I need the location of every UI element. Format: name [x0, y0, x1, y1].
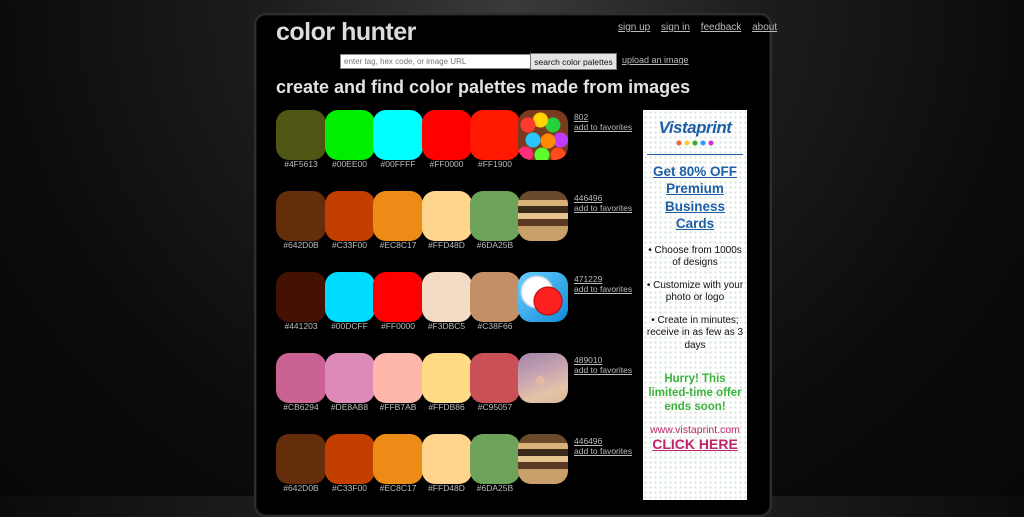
- hex-label: #FFB7AB: [379, 402, 417, 412]
- sign-up-link[interactable]: sign up: [618, 22, 650, 33]
- color-swatch[interactable]: [276, 272, 326, 322]
- color-swatch[interactable]: [373, 110, 423, 160]
- about-link[interactable]: about: [752, 22, 777, 33]
- color-swatch[interactable]: [421, 191, 472, 241]
- ad-logo-dots-icon: [675, 140, 715, 146]
- color-swatch[interactable]: [324, 272, 375, 322]
- color-swatch[interactable]: [373, 434, 423, 484]
- hex-label: #FF1900: [477, 159, 513, 169]
- hex-label: #FFDB86: [428, 402, 465, 412]
- ad-logo: Vistaprint: [658, 118, 732, 137]
- palette-meta: 489010 add to favorites: [574, 355, 632, 375]
- add-to-favorites-link[interactable]: add to favorites: [574, 203, 632, 213]
- color-swatch[interactable]: [421, 272, 472, 322]
- palette-thumbnail-image[interactable]: [518, 272, 568, 322]
- color-swatch[interactable]: [421, 353, 472, 403]
- color-swatch[interactable]: [421, 434, 472, 484]
- color-swatch[interactable]: [276, 191, 326, 241]
- hex-label: #4F5613: [284, 159, 318, 169]
- hex-label: #CB6294: [283, 402, 319, 412]
- hex-label: #FF0000: [380, 321, 416, 331]
- ad-url[interactable]: www.vistaprint.com: [643, 424, 747, 436]
- ad-bullet-3: • Create in minutes; receive in as few a…: [646, 314, 744, 351]
- hex-label: #00EE00: [332, 159, 367, 169]
- palette-meta: 802 add to favorites: [574, 112, 632, 132]
- hex-label: #6DA25B: [476, 240, 514, 250]
- color-swatch[interactable]: [324, 353, 375, 403]
- color-swatch[interactable]: [470, 434, 520, 484]
- ad-divider: [647, 154, 743, 155]
- palette-meta: 446496 add to favorites: [574, 436, 632, 456]
- hex-label: #441203: [284, 321, 318, 331]
- color-swatch[interactable]: [373, 353, 423, 403]
- page-headline: create and find color palettes made from…: [276, 77, 691, 97]
- color-swatch[interactable]: [276, 110, 326, 160]
- color-swatch[interactable]: [324, 191, 375, 241]
- hex-label: #C38F66: [477, 321, 513, 331]
- hex-label: #642D0B: [283, 240, 319, 250]
- palette-row: #CB6294 #DE8AB8 #FFB7AB #FFDB86 #C95057 48901…: [276, 353, 636, 423]
- hex-label: #FF0000: [429, 159, 464, 169]
- color-swatch[interactable]: [373, 272, 423, 322]
- ad-offer[interactable]: Get 80% OFF: [643, 163, 747, 180]
- add-to-favorites-link[interactable]: add to favorites: [574, 122, 632, 132]
- upload-image-link[interactable]: upload an image: [622, 55, 689, 65]
- feedback-link[interactable]: feedback: [701, 22, 742, 33]
- search-input[interactable]: [340, 54, 531, 69]
- color-swatch[interactable]: [276, 353, 326, 403]
- add-to-favorites-link[interactable]: add to favorites: [574, 365, 632, 375]
- hex-label: #C95057: [477, 402, 513, 412]
- color-swatch[interactable]: [470, 110, 520, 160]
- color-swatch[interactable]: [470, 191, 520, 241]
- color-swatch[interactable]: [373, 191, 423, 241]
- hex-label: #C33F00: [332, 240, 367, 250]
- palette-thumbnail-image[interactable]: [518, 434, 568, 484]
- color-swatch[interactable]: [324, 110, 375, 160]
- hex-label: #642D0B: [283, 483, 319, 493]
- hex-label: #FFD48D: [428, 483, 465, 493]
- palette-row: #642D0B #C33F00 #EC8C17 #FFD48D #6DA25B 44649…: [276, 191, 636, 261]
- add-to-favorites-link[interactable]: add to favorites: [574, 446, 632, 456]
- ad-hurry: Hurry! This limited-time offer ends soon…: [648, 373, 742, 413]
- ad-offer-sub[interactable]: Premium Business Cards: [643, 180, 747, 233]
- hex-label: #6DA25B: [476, 483, 514, 493]
- palette-id-link[interactable]: 489010: [574, 355, 632, 365]
- palette-row: #441203 #00DCFF #FF0000 #F3DBC5 #C38F66 47122…: [276, 272, 636, 342]
- hex-label: #EC8C17: [379, 483, 417, 493]
- hex-label: #C33F00: [332, 483, 367, 493]
- palette-id-link[interactable]: 802: [574, 112, 632, 122]
- palette-thumbnail-image[interactable]: [518, 191, 568, 241]
- hex-label: #00FFFF: [380, 159, 416, 169]
- color-swatch[interactable]: [324, 434, 375, 484]
- ad-bullet-2: • Customize with your photo or logo: [646, 279, 744, 304]
- palette-id-link[interactable]: 446496: [574, 436, 632, 446]
- color-swatch[interactable]: [470, 272, 520, 322]
- color-swatch[interactable]: [276, 434, 326, 484]
- hex-label: #DE8AB8: [330, 402, 369, 412]
- search-button[interactable]: search color palettes: [530, 53, 617, 70]
- top-nav: sign up sign in feedback about: [618, 22, 785, 33]
- vistaprint-ad[interactable]: Vistaprint Get 80% OFF Premium Business …: [643, 110, 747, 500]
- ad-click-here[interactable]: CLICK HERE: [643, 436, 747, 452]
- palette-thumbnail-image[interactable]: [518, 353, 568, 403]
- add-to-favorites-link[interactable]: add to favorites: [574, 284, 632, 294]
- hex-label: #00DCFF: [331, 321, 368, 331]
- sign-in-link[interactable]: sign in: [661, 22, 690, 33]
- palette-meta: 446496 add to favorites: [574, 193, 632, 213]
- palette-id-link[interactable]: 471229: [574, 274, 632, 284]
- palette-row: #642D0B #C33F00 #EC8C17 #FFD48D #6DA25B 44649…: [276, 434, 636, 504]
- hex-label: #EC8C17: [379, 240, 417, 250]
- site-logo[interactable]: color hunter: [276, 18, 416, 47]
- palette-meta: 471229 add to favorites: [574, 274, 632, 294]
- hex-label: #F3DBC5: [427, 321, 466, 331]
- color-swatch[interactable]: [421, 110, 472, 160]
- color-swatch[interactable]: [470, 353, 520, 403]
- palette-row: #4F5613 #00EE00 #00FFFF #FF0000 #FF1900 802 ad…: [276, 110, 636, 180]
- palette-thumbnail-image[interactable]: [518, 110, 568, 160]
- hex-label: #FFD48D: [428, 240, 465, 250]
- ad-bullet-1: • Choose from 1000s of designs: [648, 244, 742, 269]
- palette-id-link[interactable]: 446496: [574, 193, 632, 203]
